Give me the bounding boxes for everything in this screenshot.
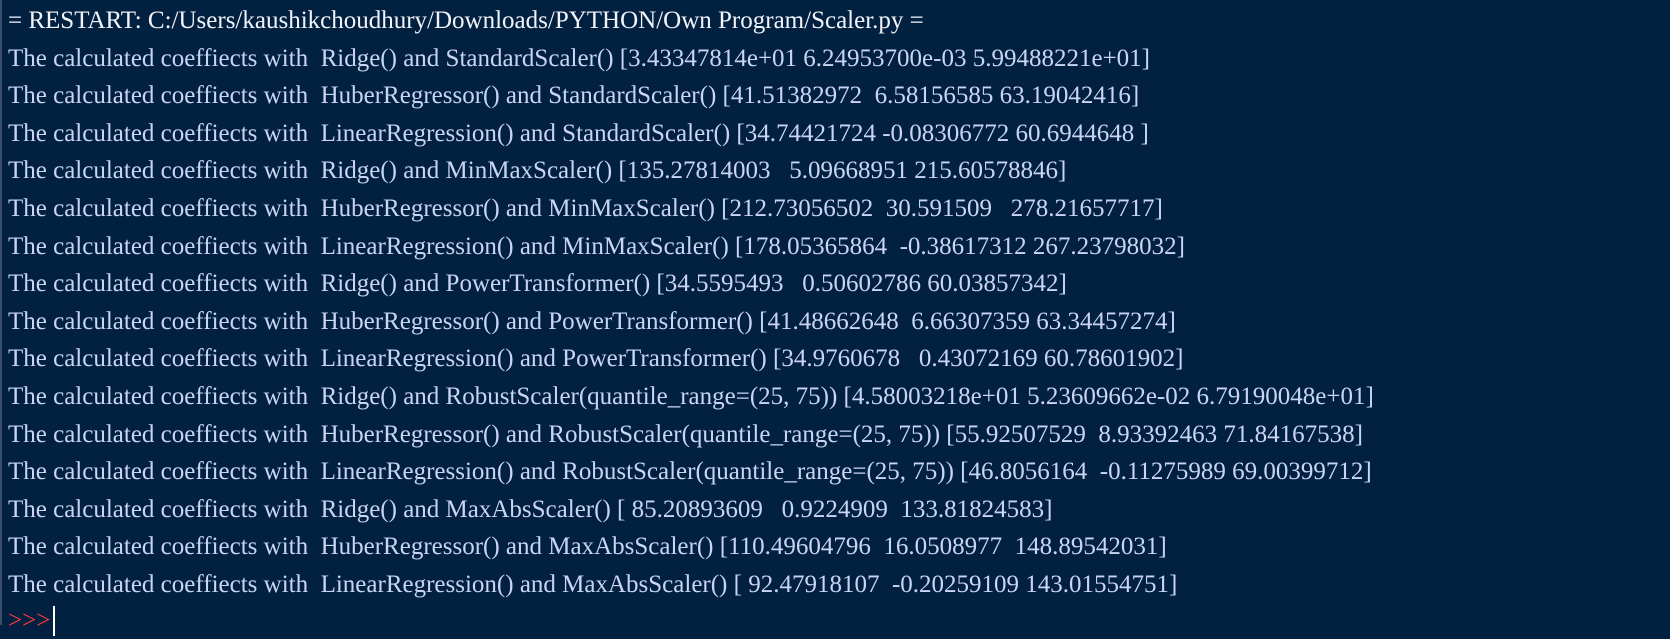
output-line: The calculated coeffiects with Ridge() a…: [8, 157, 1067, 185]
output-line: The calculated coeffiects with HuberRegr…: [8, 420, 1363, 448]
shell-prompt: >>>: [8, 607, 51, 634]
shell-input-line[interactable]: >>>: [8, 602, 56, 636]
output-line: The calculated coeffiects with Ridge() a…: [8, 44, 1150, 72]
python-shell-window: = RESTART: C:/Users/kaushikchoudhury/Dow…: [0, 0, 1670, 636]
output-line: The calculated coeffiects with HuberRegr…: [8, 82, 1140, 110]
output-line: The calculated coeffiects with LinearReg…: [8, 345, 1184, 373]
output-line: The calculated coeffiects with HuberRegr…: [8, 533, 1167, 561]
output-line: The calculated coeffiects with LinearReg…: [8, 458, 1372, 486]
output-line: The calculated coeffiects with Ridge() a…: [8, 495, 1053, 523]
output-line: The calculated coeffiects with LinearReg…: [8, 570, 1178, 598]
output-line: The calculated coeffiects with Ridge() a…: [8, 270, 1067, 298]
shell-output: = RESTART: C:/Users/kaushikchoudhury/Dow…: [8, 2, 1374, 604]
output-line: The calculated coeffiects with LinearReg…: [8, 119, 1149, 147]
restart-banner: = RESTART: C:/Users/kaushikchoudhury/Dow…: [8, 7, 924, 34]
output-line: The calculated coeffiects with HuberRegr…: [8, 194, 1163, 222]
text-cursor: [53, 606, 56, 636]
output-line: The calculated coeffiects with Ridge() a…: [8, 382, 1374, 410]
output-line: The calculated coeffiects with HuberRegr…: [8, 307, 1176, 335]
output-line: The calculated coeffiects with LinearReg…: [8, 232, 1186, 260]
